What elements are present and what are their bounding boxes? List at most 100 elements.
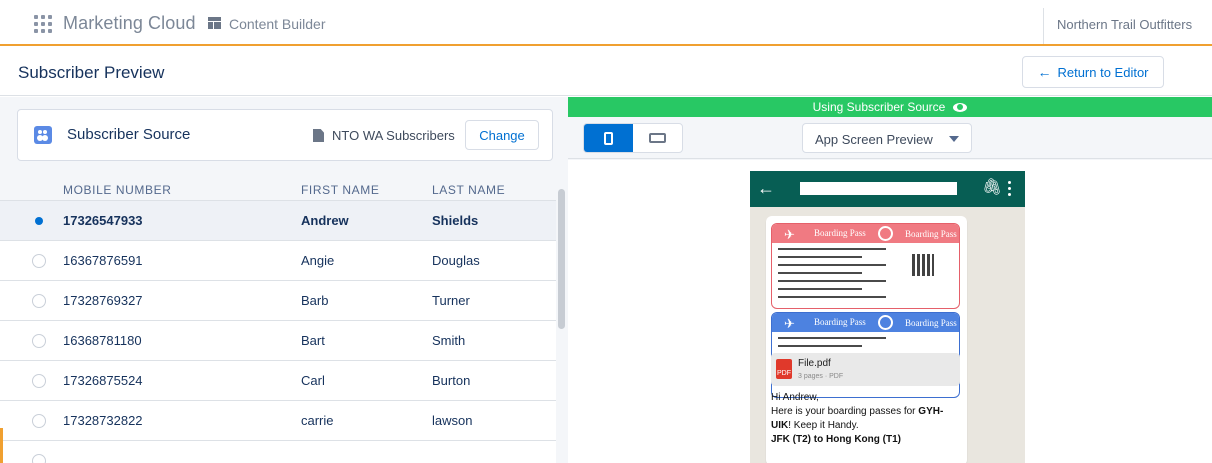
- first-name: Barb: [301, 293, 329, 308]
- first-name: Carl: [301, 373, 325, 388]
- table-header: MOBILE NUMBER FIRST NAME LAST NAME: [0, 177, 556, 201]
- mobile-number: 16367876591: [63, 253, 143, 268]
- table-row[interactable]: 17326875524 Carl Burton: [0, 361, 556, 401]
- file-icon: [313, 129, 324, 142]
- chevron-down-icon: [949, 136, 959, 142]
- return-to-editor-button[interactable]: ← Return to Editor: [1022, 56, 1164, 88]
- first-name: Andrew: [301, 213, 349, 228]
- change-source-button[interactable]: Change: [465, 120, 539, 150]
- last-name: Douglas: [432, 253, 480, 268]
- table-row[interactable]: 17328732822 carrie lawson: [0, 401, 556, 441]
- boarding-pass-title: Boarding Pass: [814, 228, 866, 238]
- last-name: Burton: [432, 373, 471, 388]
- first-name: Angie: [301, 253, 335, 268]
- message-bubble: ✈ Boarding Pass Boarding Pass ✈ Boarding…: [766, 216, 967, 463]
- row-radio[interactable]: [32, 454, 46, 463]
- table-row[interactable]: [0, 441, 556, 463]
- airplane-icon: ✈: [784, 316, 795, 331]
- mobile-number: 16368781180: [63, 333, 142, 348]
- preview-mode-select[interactable]: App Screen Preview: [802, 123, 972, 153]
- device-toggle: [583, 123, 683, 153]
- app-launcher-icon[interactable]: [34, 15, 52, 33]
- row-radio[interactable]: [32, 294, 46, 308]
- column-header-mobile[interactable]: MOBILE NUMBER: [63, 183, 171, 197]
- message-line-1: Here is your boarding passes for GYH-: [771, 406, 944, 417]
- mobile-view-button[interactable]: [584, 124, 633, 152]
- column-header-first-name[interactable]: FIRST NAME: [301, 183, 379, 197]
- eye-icon[interactable]: [953, 102, 968, 112]
- preview-panel: Using Subscriber Source App Screen Previ…: [568, 97, 1212, 463]
- boarding-pass-image: ✈ Boarding Pass Boarding Pass: [771, 223, 960, 309]
- last-name: lawson: [432, 413, 473, 428]
- pdf-icon: PDF: [776, 359, 792, 379]
- message-route: JFK (T2) to Hong Kong (T1): [771, 434, 901, 445]
- last-name: Shields: [432, 213, 479, 228]
- edge-accent: [0, 428, 3, 463]
- contact-name-redacted: [800, 182, 957, 195]
- module-name[interactable]: Content Builder: [229, 16, 326, 32]
- table-scrollbar[interactable]: [556, 177, 568, 463]
- attachment-name: File.pdf: [798, 358, 831, 369]
- arrow-left-icon: ←: [1037, 64, 1052, 80]
- org-switcher[interactable]: Northern Trail Outfitters: [1057, 17, 1192, 32]
- globe-icon: [878, 315, 893, 330]
- chat-header: ← 🖇: [750, 171, 1025, 207]
- boarding-pass-stub-title: Boarding Pass: [905, 318, 957, 328]
- subscriber-source-file: NTO WA Subscribers: [332, 128, 455, 143]
- phone-preview: ← 🖇 ✈ Boarding Pass Boarding Pass ✈ Boar…: [750, 171, 1025, 463]
- first-name: Bart: [301, 333, 325, 348]
- boarding-pass-stub-title: Boarding Pass: [905, 229, 957, 239]
- app-name: Marketing Cloud: [63, 13, 196, 33]
- row-radio[interactable]: [32, 254, 46, 268]
- column-header-last-name[interactable]: LAST NAME: [432, 183, 505, 197]
- attachment-meta: 3 pages · PDF: [798, 373, 844, 380]
- tablet-view-button[interactable]: [633, 124, 682, 152]
- table-row[interactable]: 17328769327 Barb Turner: [0, 281, 556, 321]
- preview-canvas: ← 🖇 ✈ Boarding Pass Boarding Pass ✈ Boar…: [568, 160, 1212, 463]
- mobile-number: 17326547933: [63, 213, 143, 228]
- return-to-editor-label: Return to Editor: [1057, 64, 1149, 80]
- subscriber-source-card: Subscriber Source NTO WA Subscribers Cha…: [17, 109, 553, 161]
- message-text: Hi Andrew, Here is your boarding passes …: [771, 391, 966, 447]
- contacts-icon: [34, 126, 52, 144]
- source-banner-text: Using Subscriber Source: [812, 100, 946, 114]
- boarding-pass-title: Boarding Pass: [814, 317, 866, 327]
- airplane-icon: ✈: [784, 227, 795, 242]
- subscriber-source-banner: Using Subscriber Source: [568, 97, 1212, 117]
- qr-code: [912, 254, 934, 276]
- mobile-icon: [604, 131, 613, 145]
- back-arrow-icon: ←: [757, 178, 775, 198]
- message-line-2: UIK! Keep it Handy.: [771, 420, 859, 431]
- globe-icon: [878, 226, 893, 241]
- app-root: Marketing Cloud Content Builder Northern…: [0, 0, 1212, 463]
- tablet-icon: [649, 133, 666, 143]
- preview-mode-value: App Screen Preview: [815, 132, 933, 147]
- pdf-attachment: PDF File.pdf 3 pages · PDF: [771, 353, 960, 386]
- page-title: Subscriber Preview: [18, 63, 165, 82]
- row-radio[interactable]: [32, 374, 46, 388]
- last-name: Smith: [432, 333, 466, 348]
- message-greeting: Hi Andrew,: [771, 392, 819, 403]
- content-builder-icon: [208, 17, 221, 29]
- table-row[interactable]: 16367876591 Angie Douglas: [0, 241, 556, 281]
- scrollbar-thumb[interactable]: [558, 189, 565, 329]
- page-header: Subscriber Preview ← Return to Editor: [0, 48, 1212, 96]
- more-options-icon: [1008, 181, 1012, 197]
- first-name: carrie: [301, 413, 334, 428]
- mobile-number: 17328769327: [63, 293, 143, 308]
- global-header: Marketing Cloud Content Builder Northern…: [0, 0, 1212, 46]
- table-row[interactable]: 17326547933 Andrew Shields: [0, 201, 556, 241]
- header-divider: [1043, 8, 1044, 44]
- row-radio[interactable]: [32, 214, 46, 228]
- mobile-number: 17326875524: [63, 373, 143, 388]
- subscriber-source-title: Subscriber Source: [67, 126, 191, 143]
- row-radio[interactable]: [32, 414, 46, 428]
- subscriber-panel: Subscriber Source NTO WA Subscribers Cha…: [0, 97, 568, 463]
- preview-toolbar: App Screen Preview: [568, 117, 1212, 159]
- last-name: Turner: [432, 293, 470, 308]
- subscriber-table: MOBILE NUMBER FIRST NAME LAST NAME 17326…: [0, 177, 556, 463]
- row-radio[interactable]: [32, 334, 46, 348]
- mobile-number: 17328732822: [63, 413, 143, 428]
- table-row[interactable]: 16368781180 Bart Smith: [0, 321, 556, 361]
- paperclip-icon: 🖇: [982, 179, 1003, 196]
